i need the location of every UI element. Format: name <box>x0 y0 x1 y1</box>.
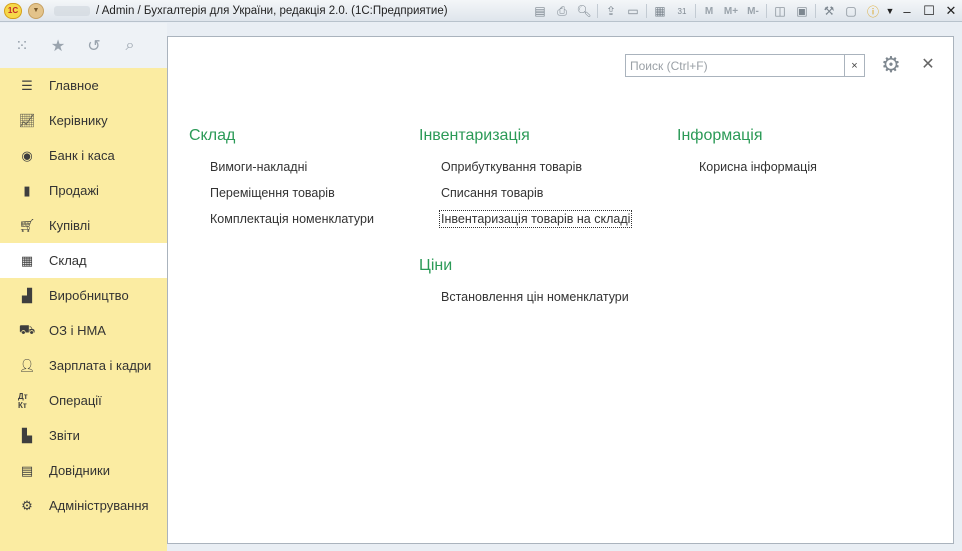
sidebar-item-directories[interactable]: ▤ Довідники <box>0 453 167 488</box>
all-functions-icon[interactable]: ⁙ <box>10 34 34 58</box>
title-toolbar: ▤ ⎙ 🔍︎ ⇪ ▭ ▦ 31 M M+ M- ◫ ▣ ⚒ ▢ ⓘ ▼ – ☐ … <box>529 0 962 22</box>
window-list-icon[interactable]: ▢ <box>840 0 862 22</box>
cart-icon: 🛒︎ <box>18 217 36 233</box>
toolbar-separator <box>815 4 816 18</box>
tools-icon[interactable]: ⚒ <box>818 0 840 22</box>
calendar-icon[interactable]: 31 <box>671 0 693 22</box>
sidebar-item-main[interactable]: ☰ Главное <box>0 68 167 103</box>
favorites-star-icon[interactable]: ★ <box>46 34 70 58</box>
coin-icon: ◉ <box>21 147 33 163</box>
clear-search-button[interactable]: × <box>844 55 864 76</box>
close-window-button[interactable]: ✕ <box>940 0 962 22</box>
sidebar-item-warehouse[interactable]: ▦ Склад <box>0 243 167 278</box>
group-title-inventory: Інвентаризація <box>419 127 530 144</box>
sidebar-item-sales[interactable]: ▮ Продажі <box>0 173 167 208</box>
table-icon[interactable]: ▦ <box>649 0 671 22</box>
cmd-goods-writeoff[interactable]: Списання товарів <box>441 186 543 200</box>
sidebar-item-label: Звіти <box>49 428 80 443</box>
group-title-prices: Ціни <box>419 257 453 274</box>
window-edge <box>954 23 962 551</box>
cmd-useful-info[interactable]: Корисна інформація <box>699 160 817 174</box>
sidebar-item-label: Продажі <box>49 183 99 198</box>
cmd-requisitions[interactable]: Вимоги-накладні <box>210 160 307 174</box>
search-icon[interactable]: ⌕ <box>118 34 142 58</box>
sidebar-item-fixed-assets[interactable]: ⛟ ОЗ і НМА <box>0 313 167 348</box>
trend-icon: 📈︎ <box>18 112 36 128</box>
print2-icon[interactable]: ▭ <box>622 0 644 22</box>
minimize-button[interactable]: – <box>896 0 918 22</box>
blurred-infobase-name <box>54 5 90 16</box>
sidebar-item-administration[interactable]: ⚙ Адміністрування <box>0 488 167 523</box>
layout-icon[interactable]: ▣ <box>791 0 813 22</box>
group-title-warehouse: Склад <box>189 127 236 144</box>
print-icon[interactable]: ⎙ <box>551 0 573 22</box>
memory-plus-button[interactable]: M+ <box>720 6 742 17</box>
sidebar-item-label: Адміністрування <box>49 498 149 513</box>
info-icon[interactable]: ⓘ <box>862 0 884 22</box>
toolbar-separator <box>766 4 767 18</box>
toolbar-separator <box>597 4 598 18</box>
search-input[interactable] <box>626 55 844 76</box>
dtkt-icon: Дт Кт <box>18 391 28 410</box>
sidebar-item-label: Банк і каса <box>49 148 115 163</box>
sidebar-item-label: ОЗ і НМА <box>49 323 106 338</box>
sidebar-item-production[interactable]: ▟ Виробництво <box>0 278 167 313</box>
sidebar-item-payroll[interactable]: 👤︎ Зарплата і кадри <box>0 348 167 383</box>
close-panel-icon[interactable]: ✕ <box>920 55 936 73</box>
toolbar-separator <box>646 4 647 18</box>
sidebar-item-label: Главное <box>49 78 99 93</box>
panels-icon[interactable]: ◫ <box>769 0 791 22</box>
sidebar-item-label: Купівлі <box>49 218 91 233</box>
main-menu-dropdown-icon[interactable]: ▼ <box>28 2 44 19</box>
cmd-warehouse-inventory[interactable]: Інвентаризація товарів на складі <box>438 210 633 228</box>
history-icon[interactable]: ↺ <box>82 34 106 58</box>
quick-nav-bar: ⁙ ★ ↺ ⌕ <box>0 23 167 68</box>
sidebar-item-manager[interactable]: 📈︎ Керівнику <box>0 103 167 138</box>
person-icon: 👤︎ <box>18 357 36 373</box>
cmd-kitting[interactable]: Комплектація номенклатури <box>210 212 374 226</box>
group-title-info: Інформація <box>677 127 763 144</box>
sidebar-item-label: Зарплата і кадри <box>49 358 152 373</box>
send-icon[interactable]: ⇪ <box>600 0 622 22</box>
sections-sidebar: ☰ Главное 📈︎ Керівнику ◉ Банк і каса ▮ П… <box>0 68 167 551</box>
sidebar-item-purchases[interactable]: 🛒︎ Купівлі <box>0 208 167 243</box>
menu-icon: ☰ <box>21 77 33 93</box>
window-title: / Admin / Бухгалтерія для України, редак… <box>96 4 448 17</box>
toolbar-separator <box>695 4 696 18</box>
sidebar-item-label: Склад <box>49 253 87 268</box>
sidebar-item-label: Керівнику <box>49 113 108 128</box>
cmd-goods-receipt[interactable]: Оприбуткування товарів <box>441 160 582 174</box>
sidebar-item-label: Виробництво <box>49 288 129 303</box>
sidebar-item-label: Довідники <box>49 463 110 478</box>
preview-icon[interactable]: 🔍︎ <box>573 0 595 22</box>
books-icon: ▤ <box>20 462 34 478</box>
truck-icon: ⛟ <box>18 321 36 337</box>
grid-icon: ▦ <box>20 252 34 268</box>
memory-minus-button[interactable]: M- <box>742 6 764 17</box>
app-logo-icon[interactable]: 1С <box>4 2 22 19</box>
cmd-goods-transfer[interactable]: Переміщення товарів <box>210 186 335 200</box>
memory-button[interactable]: M <box>698 6 720 17</box>
chevron-down-icon[interactable]: ▼ <box>884 0 896 22</box>
search-box: × <box>625 54 865 77</box>
save-icon[interactable]: ▤ <box>529 0 551 22</box>
bars-icon: ▙ <box>22 427 32 443</box>
bag-icon: ▮ <box>23 182 31 198</box>
settings-gear-icon[interactable]: ⚙ <box>876 51 906 79</box>
sidebar-item-bank[interactable]: ◉ Банк і каса <box>0 138 167 173</box>
sidebar-item-operations[interactable]: Дт Кт Операції <box>0 383 167 418</box>
title-bar: 1С ▼ / Admin / Бухгалтерія для України, … <box>0 0 962 22</box>
sidebar-item-label: Операції <box>49 393 102 408</box>
maximize-button[interactable]: ☐ <box>918 0 940 22</box>
sidebar-item-reports[interactable]: ▙ Звіти <box>0 418 167 453</box>
factory-icon: ▟ <box>22 287 32 303</box>
gear-icon: ⚙ <box>21 497 33 513</box>
cmd-set-prices[interactable]: Встановлення цін номенклатури <box>441 290 629 304</box>
section-panel: × ⚙ ✕ Склад Вимоги-накладні Переміщення … <box>167 36 954 544</box>
